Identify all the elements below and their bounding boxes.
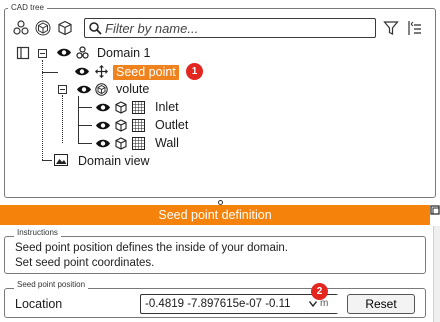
eye-icon[interactable] [76, 84, 92, 95]
cad-tree-group-label: CAD tree [8, 3, 47, 13]
nodes-icon[interactable] [13, 20, 29, 36]
tree-item-label: Inlet [155, 100, 179, 114]
mesh-icon [132, 101, 145, 114]
instruction-line: Seed point position defines the inside o… [15, 242, 288, 254]
cube-icon [115, 137, 127, 150]
tree-connector [78, 107, 92, 108]
cad-tree-panel [4, 8, 436, 198]
eye-icon[interactable] [95, 120, 111, 131]
callout-badge: 2 [311, 283, 328, 300]
cube-outline-icon [95, 83, 108, 96]
seed-point-label: Seed point [113, 65, 179, 80]
instructions-panel: Seed point position defines the inside o… [4, 236, 426, 274]
reset-button[interactable]: Reset [347, 294, 415, 314]
collapse-toggle[interactable] [58, 85, 67, 94]
list-icon[interactable] [407, 20, 423, 36]
cube-icon [115, 101, 127, 114]
eye-icon[interactable] [95, 138, 111, 149]
cube-outline-icon[interactable] [35, 20, 51, 36]
search-field[interactable] [84, 18, 376, 38]
mesh-icon [132, 119, 145, 132]
search-icon [89, 22, 102, 35]
collapse-toggle[interactable] [38, 49, 47, 58]
tree-connector [42, 160, 52, 161]
book-icon [16, 46, 30, 60]
seed-point-definition-header: Seed point definition [0, 205, 430, 225]
eye-icon[interactable] [56, 47, 72, 58]
scrollbar[interactable] [433, 226, 440, 322]
tree-connector [78, 96, 79, 144]
dock-icon[interactable] [430, 205, 440, 217]
tree-connector [78, 125, 92, 126]
tree-item-label: Wall [155, 136, 179, 150]
image-icon [54, 154, 68, 166]
cube-icon[interactable] [57, 20, 73, 36]
tree-connector [42, 72, 58, 73]
tree-item-label: Domain 1 [97, 46, 151, 60]
nodes-icon [76, 46, 89, 59]
instructions-group-label: Instructions [14, 228, 61, 238]
chevron-down-icon [309, 301, 317, 307]
cube-icon [115, 119, 127, 132]
callout-badge: 1 [186, 63, 203, 80]
search-input[interactable] [105, 20, 373, 36]
move-icon [95, 65, 108, 78]
instruction-line: Set seed point coordinates. [15, 257, 155, 269]
eye-icon[interactable] [74, 66, 90, 77]
mesh-icon [132, 137, 145, 150]
tree-connector [78, 143, 92, 144]
tree-connector [62, 95, 63, 143]
tree-item-label: Outlet [155, 118, 189, 132]
seed-point-position-panel: Location -0.4819 -7.897615e-07 -0.11 m R… [4, 288, 426, 318]
tree-item-label: volute [116, 82, 150, 96]
tree-connector [42, 60, 43, 160]
tree-item-label: Domain view [78, 154, 150, 168]
eye-icon[interactable] [95, 102, 111, 113]
seed-point-position-group-label: Seed point position [14, 280, 89, 290]
filter-icon[interactable] [383, 20, 399, 36]
location-label: Location [15, 297, 63, 311]
